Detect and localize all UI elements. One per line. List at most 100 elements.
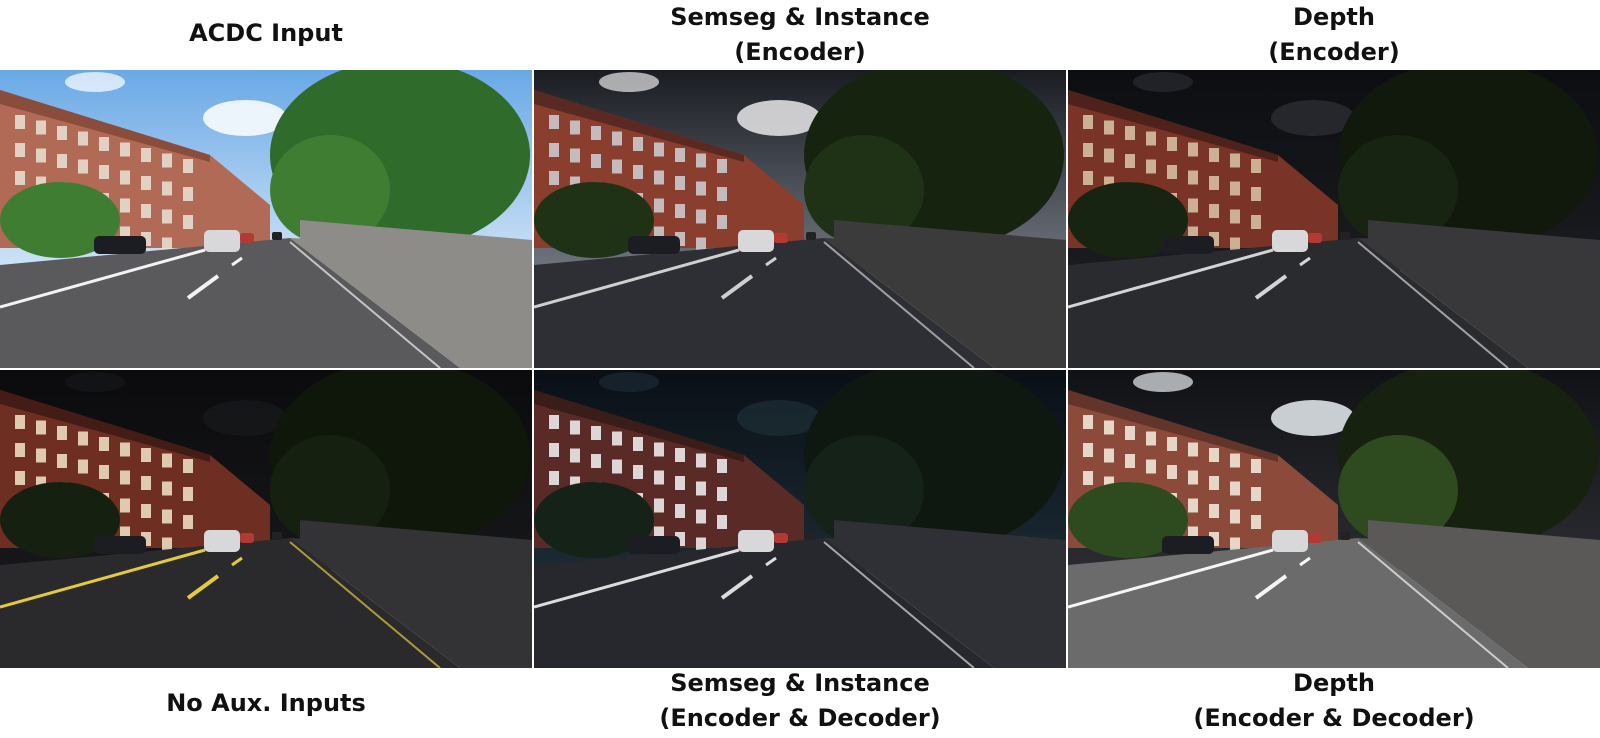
caption-no-aux-inputs: No Aux. Inputs: [166, 689, 366, 717]
image-depth-encoder: [1068, 70, 1600, 368]
window: [696, 453, 706, 468]
window: [1188, 470, 1198, 485]
window: [717, 159, 727, 173]
window: [1209, 148, 1219, 162]
window: [1125, 426, 1135, 440]
car: [1162, 236, 1214, 254]
street-scene: [1068, 370, 1600, 668]
window: [162, 209, 172, 224]
window: [1125, 126, 1135, 140]
window: [99, 437, 109, 451]
window: [57, 154, 67, 168]
window: [612, 431, 622, 446]
window: [1104, 120, 1114, 135]
window: [15, 471, 25, 485]
window: [1146, 131, 1156, 146]
window: [549, 115, 559, 129]
window: [120, 142, 130, 157]
window: [1251, 487, 1261, 501]
caption-depth-encoder-decoder: Depth (Encoder & Decoder): [1193, 669, 1475, 732]
street-scene: [1068, 70, 1600, 368]
window: [549, 443, 559, 457]
window: [36, 148, 46, 163]
window: [1188, 142, 1198, 157]
window: [183, 459, 193, 473]
window: [549, 171, 559, 185]
cloud: [599, 372, 659, 392]
window: [675, 476, 685, 490]
window: [549, 415, 559, 429]
window: [717, 515, 727, 529]
window: [591, 126, 601, 140]
window: [654, 170, 664, 185]
window: [549, 471, 559, 485]
window: [120, 498, 130, 513]
window: [696, 153, 706, 168]
street-scene: [0, 70, 532, 368]
caption-acdc-input: ACDC Input: [189, 19, 343, 47]
window: [1083, 443, 1093, 457]
window: [570, 448, 580, 463]
car: [1272, 530, 1308, 552]
window: [1146, 459, 1156, 474]
window: [162, 509, 172, 524]
car: [204, 230, 240, 252]
window: [1209, 448, 1219, 462]
window: [717, 215, 727, 229]
window: [570, 120, 580, 135]
window: [633, 137, 643, 151]
window: [1146, 431, 1156, 446]
car: [272, 532, 282, 540]
window: [15, 143, 25, 157]
window: [675, 448, 685, 462]
window: [1230, 209, 1240, 224]
window: [57, 454, 67, 468]
window: [1188, 498, 1198, 513]
window: [78, 159, 88, 174]
window: [183, 515, 193, 529]
window: [120, 470, 130, 485]
window: [1209, 476, 1219, 490]
car: [204, 530, 240, 552]
window: [141, 176, 151, 190]
window: [183, 215, 193, 229]
window: [1167, 165, 1177, 179]
window: [120, 442, 130, 457]
window: [141, 504, 151, 518]
window: [1167, 137, 1177, 151]
window: [1125, 154, 1135, 168]
window: [1251, 515, 1261, 529]
window: [1251, 215, 1261, 229]
window: [612, 159, 622, 174]
window: [549, 143, 559, 157]
caption-depth-encoder: Depth (Encoder): [1268, 3, 1400, 66]
window: [162, 453, 172, 468]
window: [1230, 181, 1240, 196]
street-scene: [534, 70, 1066, 368]
window: [183, 159, 193, 173]
window: [1230, 453, 1240, 468]
image-acdc-input: [0, 70, 532, 368]
window: [1188, 170, 1198, 185]
car: [774, 233, 788, 243]
window: [654, 198, 664, 213]
window: [612, 459, 622, 474]
window: [99, 165, 109, 179]
window: [612, 131, 622, 146]
window: [162, 153, 172, 168]
window: [120, 170, 130, 185]
car: [272, 232, 282, 240]
car: [738, 530, 774, 552]
window: [654, 470, 664, 485]
window: [1083, 415, 1093, 429]
window: [675, 204, 685, 218]
window: [1251, 159, 1261, 173]
car: [1340, 232, 1350, 240]
window: [183, 487, 193, 501]
window: [1104, 148, 1114, 163]
cloud: [65, 372, 125, 392]
window: [141, 448, 151, 462]
car: [806, 232, 816, 240]
window: [120, 198, 130, 213]
window: [696, 481, 706, 496]
